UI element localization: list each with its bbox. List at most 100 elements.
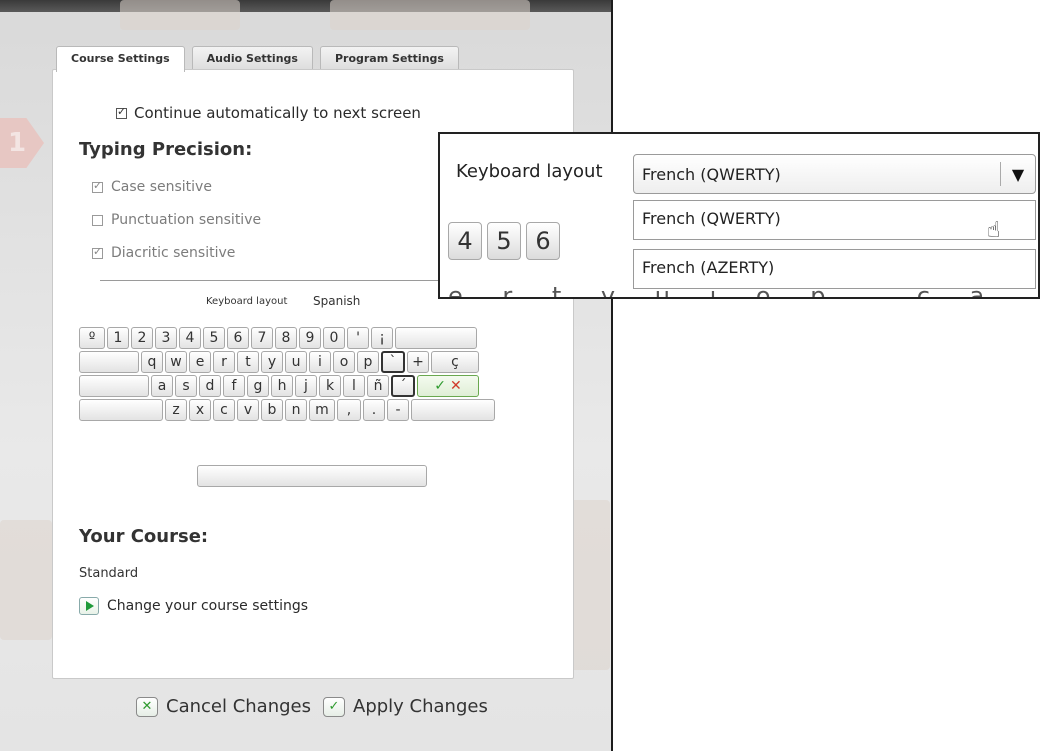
- dropdown-option-french-azerty[interactable]: French (AZERTY): [633, 249, 1036, 289]
- key[interactable]: 8: [275, 327, 297, 349]
- key[interactable]: p: [357, 351, 379, 373]
- key[interactable]: e: [189, 351, 211, 373]
- hand-pointer-icon: ☝: [987, 218, 1001, 243]
- key[interactable]: ç: [431, 351, 479, 373]
- key[interactable]: +: [407, 351, 429, 373]
- chevron-down-icon[interactable]: ▼: [1001, 165, 1035, 184]
- key[interactable]: º: [79, 327, 105, 349]
- check-icon: ✓: [323, 696, 345, 717]
- key[interactable]: b: [261, 399, 283, 421]
- key[interactable]: l: [343, 375, 365, 397]
- key[interactable]: 9: [299, 327, 321, 349]
- keyboard-layout-selected-value: French (QWERTY): [642, 164, 781, 184]
- play-icon: [79, 597, 99, 615]
- key[interactable]: r: [213, 351, 235, 373]
- key[interactable]: 3: [155, 327, 177, 349]
- dropdown-option-french-qwerty[interactable]: French (QWERTY): [633, 200, 1036, 240]
- key[interactable]: -: [387, 399, 409, 421]
- key[interactable]: h: [271, 375, 293, 397]
- key[interactable]: a: [151, 375, 173, 397]
- key[interactable]: s: [175, 375, 197, 397]
- case-sensitive-label: Case sensitive: [111, 179, 212, 195]
- diacritic-sensitive-option[interactable]: Diacritic sensitive: [92, 245, 235, 261]
- tab-key[interactable]: [79, 351, 139, 373]
- key[interactable]: c: [213, 399, 235, 421]
- tab-program-settings[interactable]: Program Settings: [319, 46, 459, 71]
- close-icon: ✕: [450, 378, 462, 394]
- key[interactable]: v: [237, 399, 259, 421]
- keyboard-layout-select[interactable]: French (QWERTY) ▼: [633, 154, 1036, 194]
- keyboard-row-2: q w e r t y u i o p ` + ç: [79, 351, 479, 373]
- continue-checkbox[interactable]: [116, 105, 127, 119]
- key[interactable]: 5: [203, 327, 225, 349]
- tab-audio-settings[interactable]: Audio Settings: [191, 46, 313, 71]
- keyboard-layout-label: Keyboard layout: [456, 161, 603, 182]
- diacritic-sensitive-checkbox[interactable]: [92, 245, 103, 259]
- caps-lock-key[interactable]: [79, 375, 149, 397]
- punctuation-sensitive-label: Punctuation sensitive: [111, 212, 262, 228]
- space-bar[interactable]: [197, 465, 427, 487]
- key[interactable]: 6: [227, 327, 249, 349]
- key[interactable]: w: [165, 351, 187, 373]
- key[interactable]: g: [247, 375, 269, 397]
- key[interactable]: u: [285, 351, 307, 373]
- case-sensitive-option[interactable]: Case sensitive: [92, 179, 212, 195]
- change-course-settings-link[interactable]: Change your course settings: [79, 597, 308, 615]
- key[interactable]: n: [285, 399, 307, 421]
- grave-accent-key[interactable]: `: [381, 351, 405, 373]
- settings-tabs: Course Settings Audio Settings Program S…: [56, 46, 459, 72]
- apply-changes-label: Apply Changes: [353, 696, 488, 717]
- key[interactable]: o: [333, 351, 355, 373]
- key[interactable]: ¡: [371, 327, 393, 349]
- key[interactable]: x: [189, 399, 211, 421]
- background-tile: [330, 0, 530, 30]
- key[interactable]: ,: [337, 399, 361, 421]
- background-tile: [0, 520, 52, 640]
- keyboard-row-4: z x c v b n m , . -: [79, 399, 495, 421]
- key[interactable]: d: [199, 375, 221, 397]
- settings-window: 1 Course Settings Audio Settings Program…: [0, 0, 613, 751]
- course-value: Standard: [79, 566, 139, 581]
- left-shift-key[interactable]: [79, 399, 163, 421]
- key[interactable]: ñ: [367, 375, 389, 397]
- close-icon: ✕: [136, 696, 158, 717]
- key[interactable]: j: [295, 375, 317, 397]
- key[interactable]: i: [309, 351, 331, 373]
- acute-accent-key[interactable]: ´: [391, 375, 415, 397]
- case-sensitive-checkbox[interactable]: [92, 179, 103, 193]
- key[interactable]: 4: [179, 327, 201, 349]
- key[interactable]: ': [347, 327, 369, 349]
- key[interactable]: z: [165, 399, 187, 421]
- check-icon: ✓: [434, 378, 446, 394]
- key[interactable]: 2: [131, 327, 153, 349]
- enter-key[interactable]: ✓ ✕: [417, 375, 479, 397]
- keyboard-layout-label: Keyboard layout: [206, 296, 288, 307]
- key[interactable]: t: [237, 351, 259, 373]
- punctuation-sensitive-checkbox[interactable]: [92, 214, 103, 226]
- key[interactable]: 1: [107, 327, 129, 349]
- your-course-heading: Your Course:: [79, 526, 209, 547]
- key[interactable]: f: [223, 375, 245, 397]
- key: 4: [448, 222, 482, 260]
- keyboard-row-5: [197, 465, 427, 487]
- key[interactable]: y: [261, 351, 283, 373]
- cancel-changes-button[interactable]: ✕ Cancel Changes: [136, 696, 311, 717]
- apply-changes-button[interactable]: ✓ Apply Changes: [323, 696, 488, 717]
- continue-automatically-option[interactable]: Continue automatically to next screen: [116, 104, 421, 122]
- diacritic-sensitive-label: Diacritic sensitive: [111, 245, 236, 261]
- key[interactable]: 0: [323, 327, 345, 349]
- key[interactable]: .: [363, 399, 385, 421]
- backspace-key[interactable]: [395, 327, 477, 349]
- cancel-changes-label: Cancel Changes: [166, 696, 311, 717]
- keyboard-row-1: º 1 2 3 4 5 6 7 8 9 0 ' ¡: [79, 327, 477, 349]
- change-course-settings-label: Change your course settings: [107, 598, 309, 614]
- key[interactable]: q: [141, 351, 163, 373]
- key[interactable]: k: [319, 375, 341, 397]
- key[interactable]: 7: [251, 327, 273, 349]
- key[interactable]: m: [309, 399, 335, 421]
- right-shift-key[interactable]: [411, 399, 495, 421]
- keyboard-layout-value[interactable]: Spanish: [313, 294, 360, 308]
- tab-course-settings[interactable]: Course Settings: [56, 46, 185, 72]
- continue-label: Continue automatically to next screen: [134, 104, 421, 122]
- punctuation-sensitive-option[interactable]: Punctuation sensitive: [92, 212, 261, 228]
